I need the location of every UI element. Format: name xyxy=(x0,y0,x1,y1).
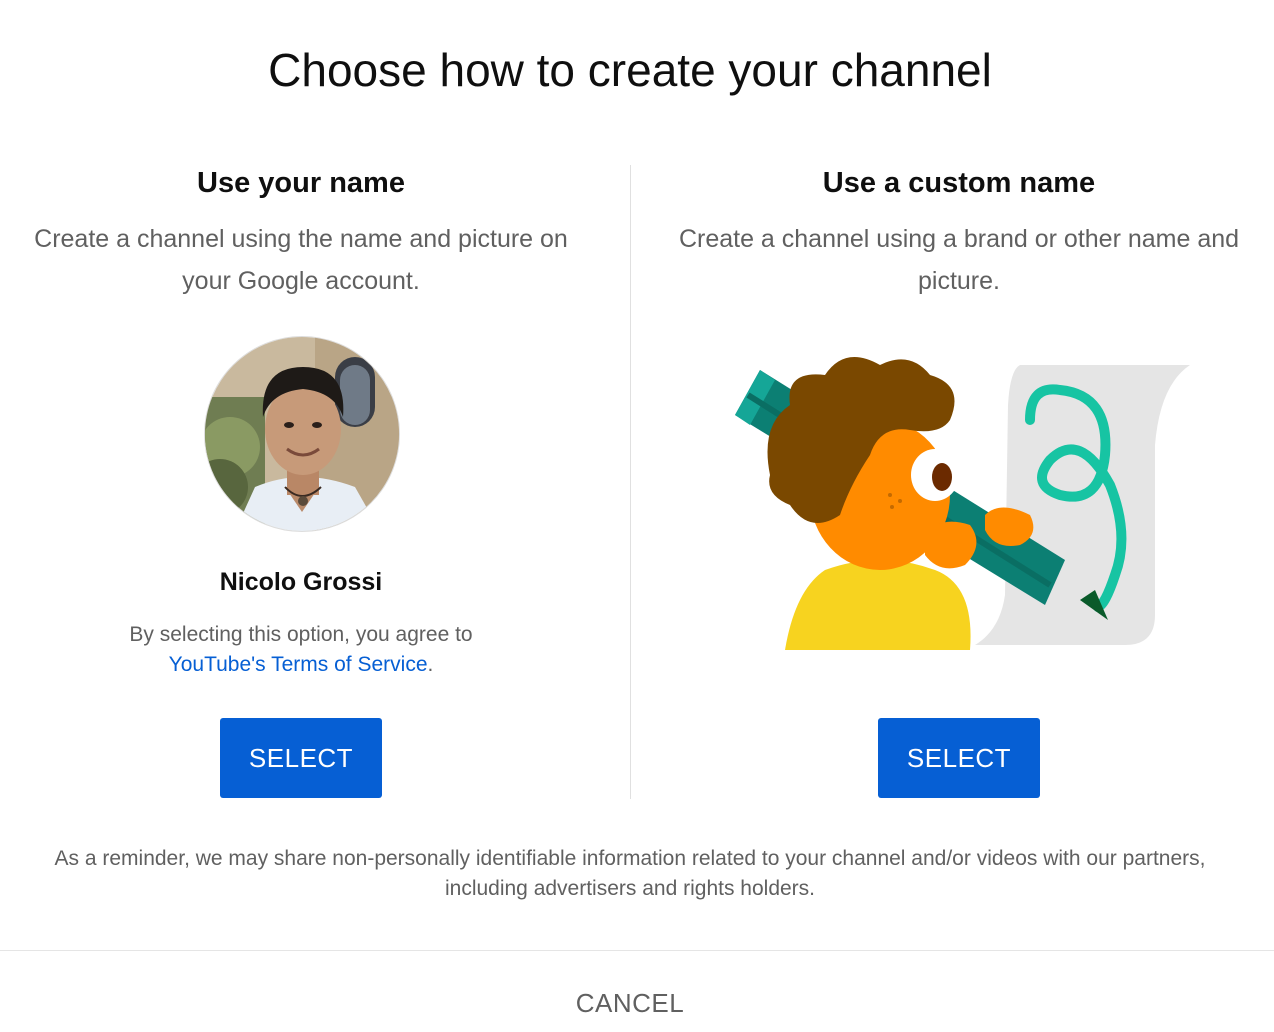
avatar xyxy=(204,336,400,532)
cancel-button[interactable]: CANCEL xyxy=(540,978,720,1028)
terms-agreement: By selecting this option, you agree to Y… xyxy=(0,620,602,680)
terms-of-service-link[interactable]: YouTube's Terms of Service xyxy=(169,653,428,676)
option-title: Use a custom name xyxy=(822,167,1096,199)
agreement-text: By selecting this option, you agree to xyxy=(129,623,473,646)
use-your-name-option: Use your name Create a channel using the… xyxy=(0,160,602,302)
select-use-your-name-button[interactable]: SELECT xyxy=(220,718,382,798)
agreement-suffix: . xyxy=(427,653,434,676)
privacy-reminder: As a reminder, we may share non-personal… xyxy=(54,847,1206,900)
footer-divider xyxy=(0,950,1274,951)
select-custom-name-button[interactable]: SELECT xyxy=(878,718,1040,798)
custom-name-illustration xyxy=(730,345,1190,650)
page-title: Choose how to create your channel xyxy=(268,44,992,96)
use-custom-name-option: Use a custom name Create a channel using… xyxy=(660,160,1258,302)
option-description: Create a channel using a brand or other … xyxy=(678,225,1240,295)
account-user-name: Nicolo Grossi xyxy=(219,568,383,596)
column-divider xyxy=(630,165,631,799)
option-description: Create a channel using the name and pict… xyxy=(34,225,568,295)
option-title: Use your name xyxy=(197,167,405,199)
create-channel-dialog: Choose how to create your channel Use yo… xyxy=(0,0,1274,1032)
